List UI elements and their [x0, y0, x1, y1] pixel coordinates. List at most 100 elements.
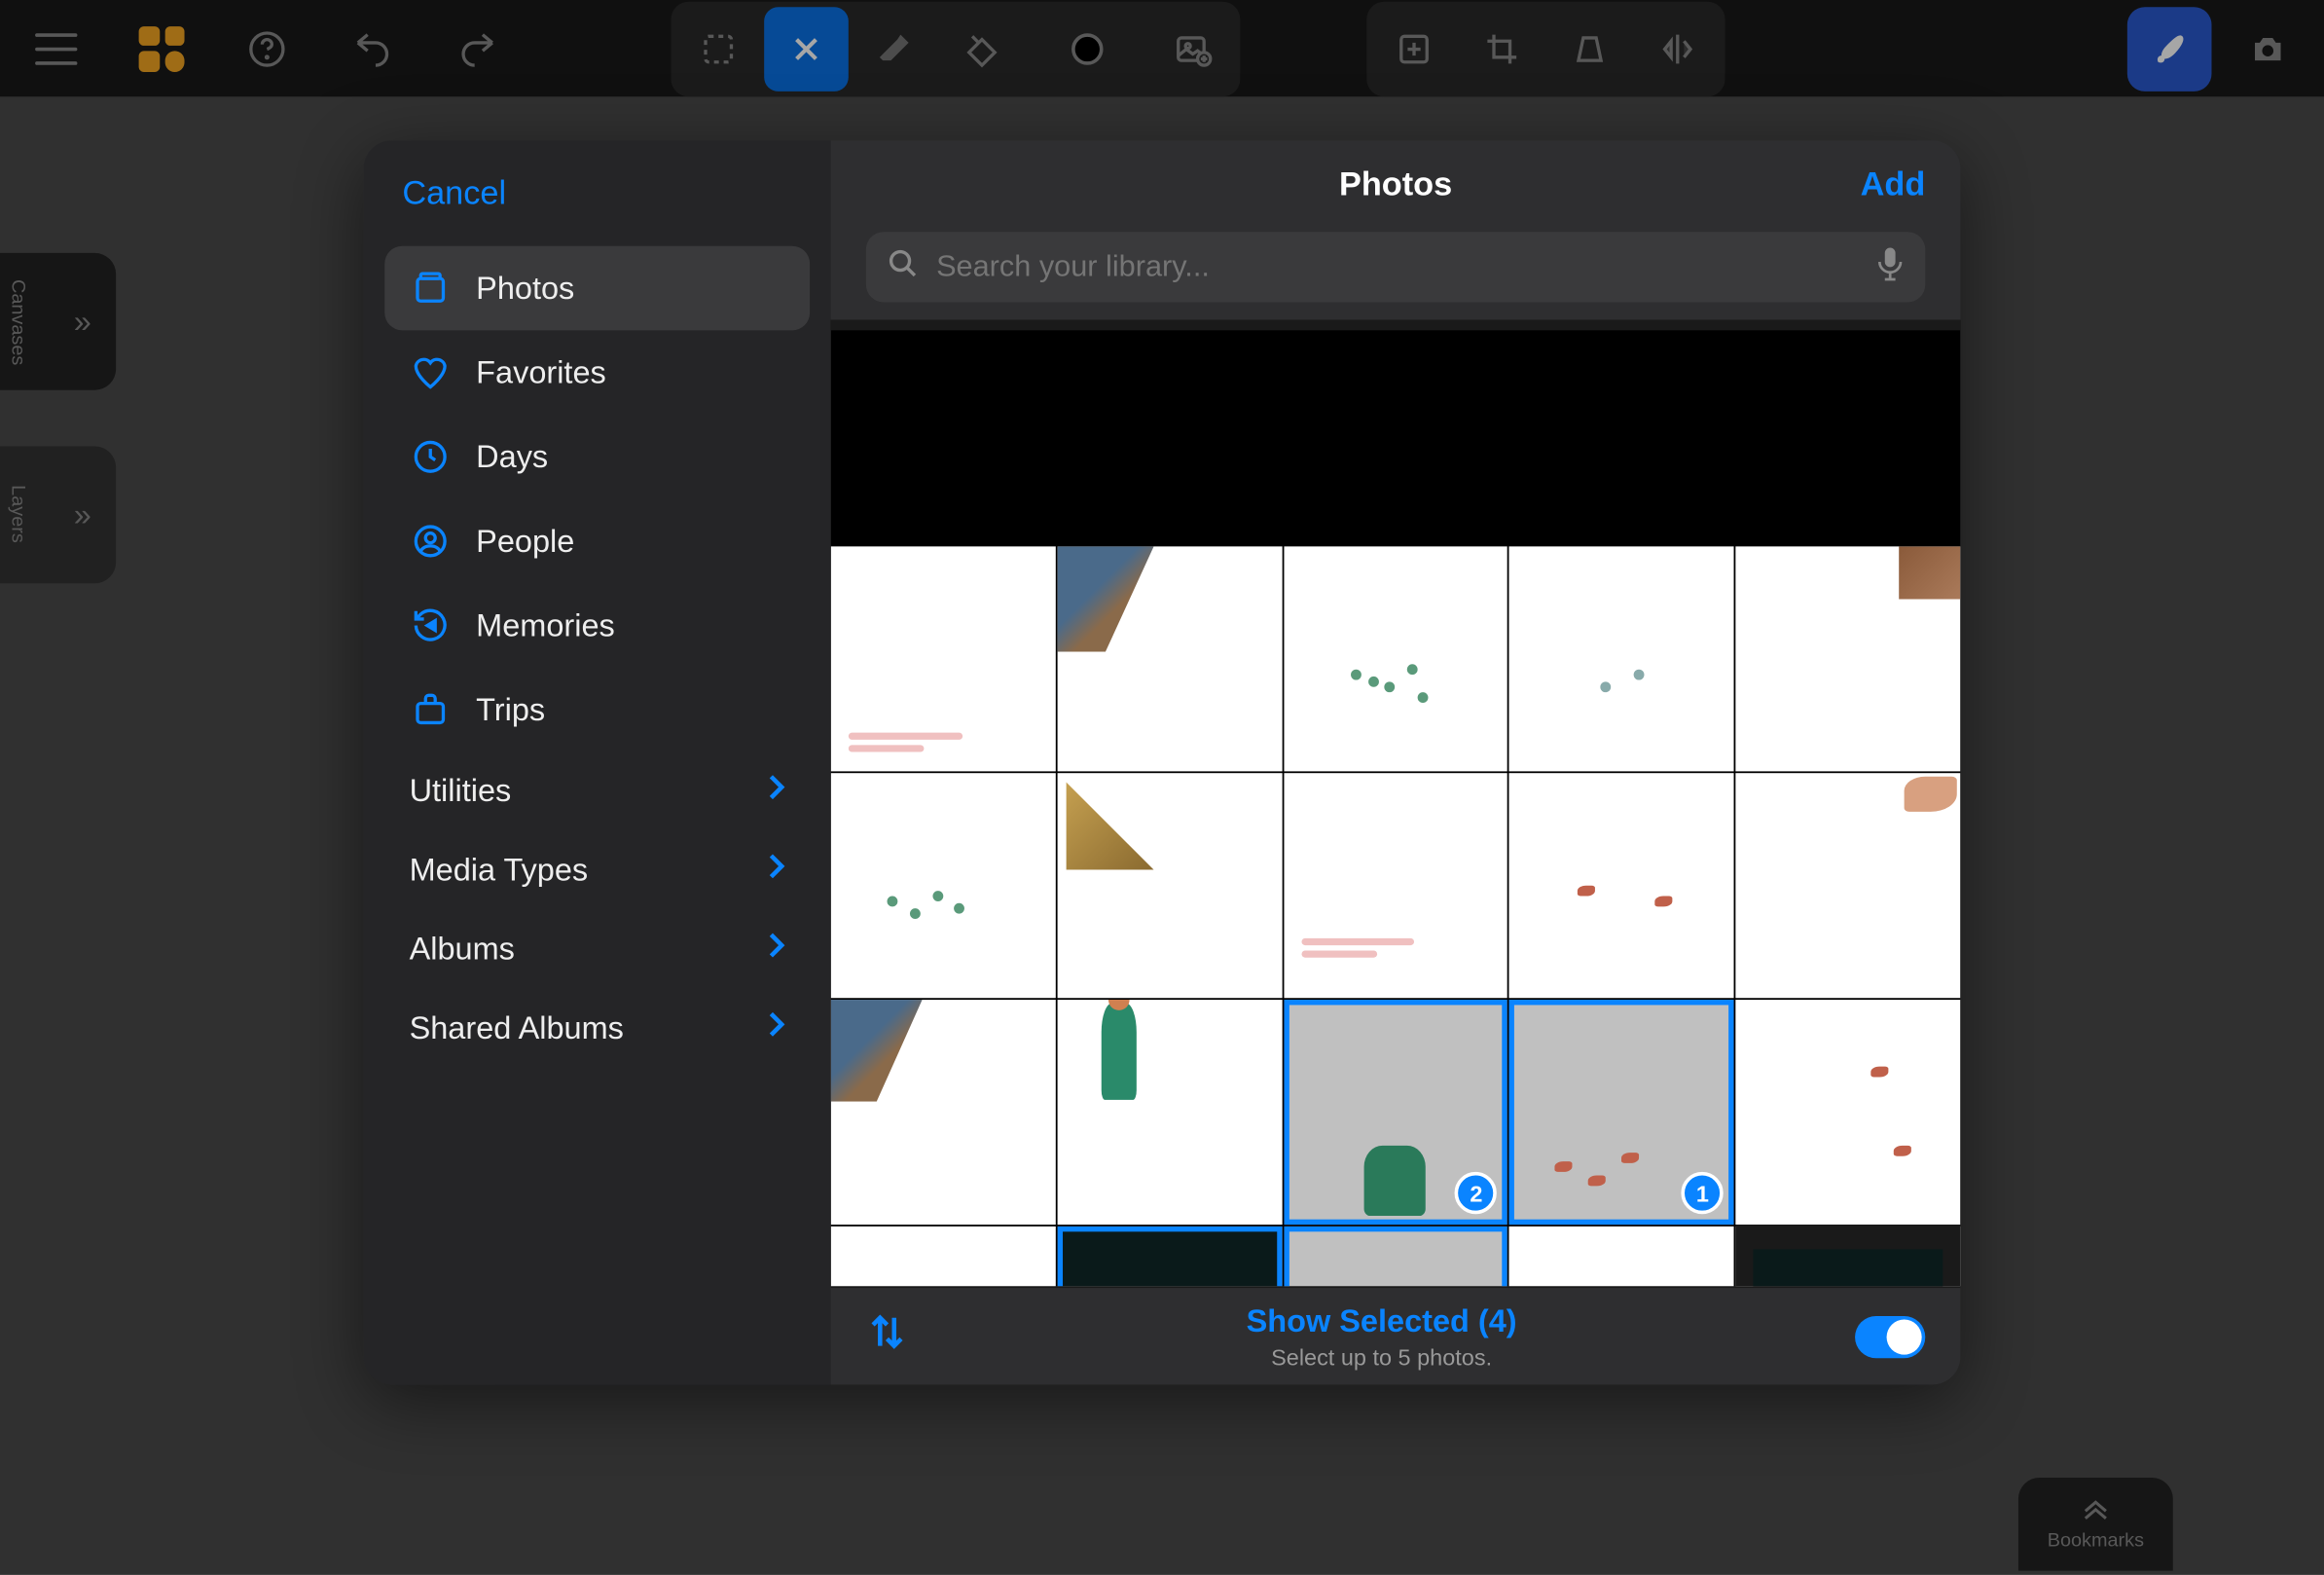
add-button[interactable]: Add	[1861, 166, 1926, 205]
photo-thumbnail[interactable]	[831, 1227, 1056, 1286]
show-selected-button[interactable]: Show Selected (4)	[908, 1302, 1855, 1339]
sidebar-section-media-types[interactable]: Media Types	[384, 831, 810, 910]
sidebar-section-shared-albums[interactable]: Shared Albums	[384, 989, 810, 1068]
search-input[interactable]	[936, 249, 1859, 284]
chevrons-right-icon: »	[74, 496, 91, 533]
sidebar-section-label: Shared Albums	[410, 1010, 624, 1047]
eraser-icon	[875, 29, 914, 68]
sidebar-item-days[interactable]: Days	[384, 415, 810, 499]
layers-tab[interactable]: Layers »	[0, 446, 116, 583]
tool-group-right	[1366, 1, 1725, 95]
picker-title: Photos	[1339, 166, 1452, 205]
layers-label: Layers	[7, 486, 28, 544]
chevron-right-icon	[768, 773, 785, 810]
selection-icon	[699, 29, 738, 68]
sidebar-section-albums[interactable]: Albums	[384, 910, 810, 989]
bookmarks-label: Bookmarks	[2048, 1529, 2144, 1551]
photo-grid[interactable]: 2 1 4 3	[831, 320, 1961, 1287]
brush-tool[interactable]	[2127, 6, 2212, 91]
photo-thumbnail[interactable]	[1736, 546, 1961, 771]
photo-thumbnail[interactable]	[1509, 546, 1734, 771]
chevrons-right-icon: »	[74, 303, 91, 340]
canvases-tab[interactable]: Canvases »	[0, 253, 116, 390]
crop-button[interactable]	[1460, 6, 1544, 91]
suitcase-icon	[410, 689, 452, 731]
crop-icon	[1482, 29, 1521, 68]
photos-picker-modal: Cancel Photos Favorites Days	[364, 140, 1961, 1384]
flip-button[interactable]	[1635, 6, 1720, 91]
selection-badge: 1	[1682, 1172, 1724, 1214]
app-logo[interactable]	[120, 6, 204, 91]
sidebar-item-label: People	[476, 523, 574, 560]
color-picker[interactable]	[1045, 6, 1130, 91]
perspective-icon	[1571, 29, 1610, 68]
photo-thumbnail[interactable]	[1509, 1227, 1734, 1286]
photo-thumbnail[interactable]	[1284, 546, 1508, 771]
top-toolbar	[0, 0, 2324, 96]
bookmarks-button[interactable]: Bookmarks	[2018, 1478, 2173, 1571]
chevron-right-icon	[768, 932, 785, 969]
photo-thumbnail[interactable]	[1736, 1000, 1961, 1225]
sidebar-item-trips[interactable]: Trips	[384, 668, 810, 752]
sidebar-item-favorites[interactable]: Favorites	[384, 330, 810, 415]
photo-thumbnail[interactable]	[1284, 773, 1508, 998]
redo-button[interactable]	[436, 6, 521, 91]
photo-thumbnail[interactable]	[1736, 773, 1961, 998]
insert-image-button[interactable]	[1150, 6, 1235, 91]
options-toggle[interactable]	[1855, 1315, 1925, 1357]
sidebar-item-memories[interactable]: Memories	[384, 583, 810, 668]
photos-icon	[410, 267, 452, 309]
camera-button[interactable]	[2226, 6, 2310, 91]
photo-thumbnail[interactable]	[1057, 546, 1282, 771]
sidebar-item-label: Favorites	[476, 354, 606, 391]
photo-thumbnail[interactable]	[831, 1000, 1056, 1225]
sidebar-item-label: Memories	[476, 607, 615, 644]
undo-button[interactable]	[330, 6, 415, 91]
eraser-tool[interactable]	[852, 6, 936, 91]
photo-thumbnail[interactable]	[1057, 1000, 1282, 1225]
fill-icon	[962, 29, 1001, 68]
add-button[interactable]	[1372, 6, 1457, 91]
person-icon	[410, 520, 452, 562]
heart-icon	[410, 351, 452, 393]
sidebar-section-utilities[interactable]: Utilities	[384, 752, 810, 831]
mic-icon[interactable]	[1876, 245, 1905, 289]
photo-thumbnail-selected[interactable]: 2	[1284, 1000, 1508, 1225]
memories-icon	[410, 604, 452, 646]
sidebar-section-label: Albums	[410, 932, 515, 969]
flip-icon	[1658, 29, 1697, 68]
search-icon	[888, 247, 919, 288]
photo-thumbnail[interactable]	[831, 546, 1056, 771]
help-button[interactable]	[225, 6, 309, 91]
selection-hint: Select up to 5 photos.	[908, 1343, 1855, 1370]
search-bar[interactable]	[866, 232, 1925, 302]
add-square-icon	[1395, 29, 1434, 68]
photo-thumbnail[interactable]	[1509, 773, 1734, 998]
sidebar-item-people[interactable]: People	[384, 499, 810, 584]
menu-button[interactable]	[14, 6, 98, 91]
selection-badge: 2	[1455, 1172, 1497, 1214]
image-plus-icon	[1174, 29, 1213, 68]
picker-footer: Show Selected (4) Select up to 5 photos.	[831, 1286, 1961, 1384]
fill-tool[interactable]	[940, 6, 1025, 91]
sidebar-item-photos[interactable]: Photos	[384, 246, 810, 331]
perspective-button[interactable]	[1547, 6, 1632, 91]
transform-tool[interactable]	[764, 6, 849, 91]
photo-thumbnail-selected[interactable]: 1	[1509, 1000, 1734, 1225]
canvases-label: Canvases	[7, 278, 28, 364]
help-icon	[248, 29, 287, 68]
tool-group-center	[672, 1, 1241, 95]
photo-thumbnail[interactable]	[1057, 773, 1282, 998]
photo-thumbnail-selected[interactable]: 3	[1284, 1227, 1508, 1286]
sidebar-item-label: Days	[476, 438, 548, 475]
brush-icon	[2150, 29, 2189, 68]
sort-button[interactable]	[866, 1311, 908, 1362]
logo-icon	[139, 25, 185, 71]
transform-icon	[787, 29, 826, 68]
cancel-button[interactable]: Cancel	[384, 168, 810, 221]
chevrons-up-icon	[2078, 1498, 2113, 1522]
photo-thumbnail[interactable]	[1736, 1227, 1961, 1286]
photo-thumbnail-selected[interactable]: 4	[1057, 1227, 1282, 1286]
select-tool[interactable]	[676, 6, 761, 91]
photo-thumbnail[interactable]	[831, 773, 1056, 998]
